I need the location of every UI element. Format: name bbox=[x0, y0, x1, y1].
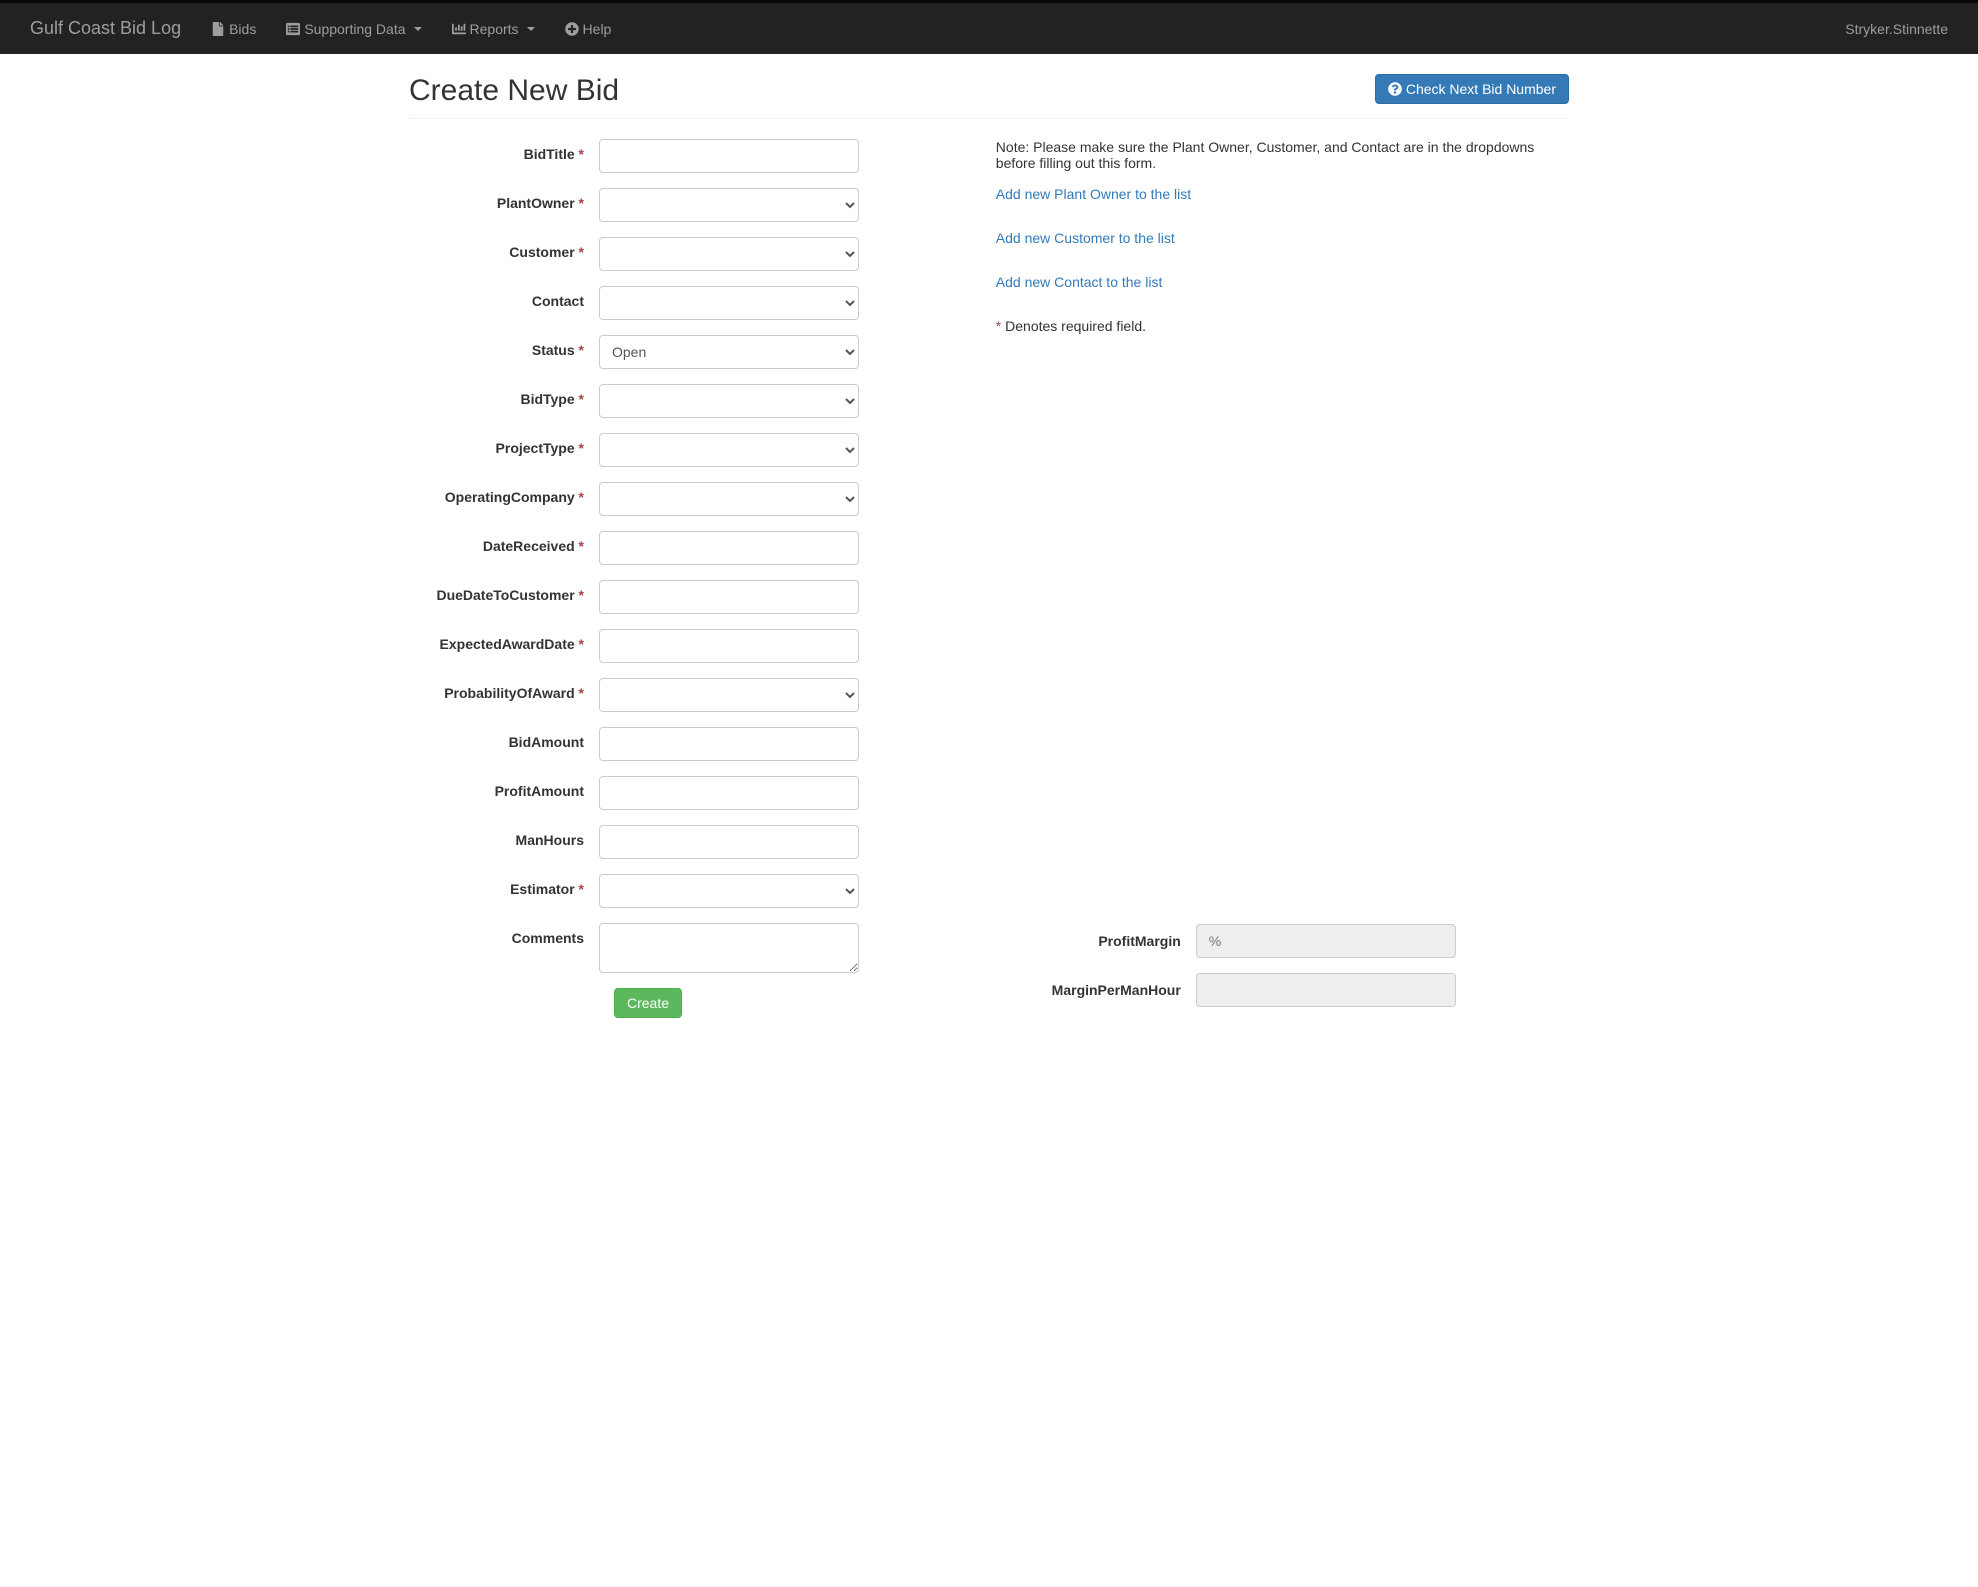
comments-textarea[interactable] bbox=[599, 923, 859, 973]
marginpermanhour-label: MarginPerManHour bbox=[996, 982, 1196, 998]
nav-supporting-data[interactable]: Supporting Data bbox=[271, 6, 436, 52]
bidtype-label: BidType * bbox=[409, 384, 599, 407]
create-button[interactable]: Create bbox=[614, 988, 682, 1018]
status-label: Status * bbox=[409, 335, 599, 358]
customer-label: Customer * bbox=[409, 237, 599, 260]
nav-help-label: Help bbox=[583, 21, 612, 37]
profitamount-input[interactable] bbox=[599, 776, 859, 810]
nav-user[interactable]: Stryker.Stinnette bbox=[1830, 6, 1963, 52]
chevron-down-icon bbox=[527, 27, 535, 31]
bidamount-label: BidAmount bbox=[409, 727, 599, 750]
nav-bids[interactable]: Bids bbox=[196, 6, 271, 52]
bidtype-select[interactable] bbox=[599, 384, 859, 418]
dropdown-note: Note: Please make sure the Plant Owner, … bbox=[996, 139, 1569, 171]
expectedawarddate-label: ExpectedAwardDate * bbox=[409, 629, 599, 652]
file-icon bbox=[211, 22, 225, 36]
nav-supporting-data-label: Supporting Data bbox=[304, 21, 405, 37]
datereceived-input[interactable] bbox=[599, 531, 859, 565]
expectedawarddate-input[interactable] bbox=[599, 629, 859, 663]
manhours-input[interactable] bbox=[599, 825, 859, 859]
bidamount-input[interactable] bbox=[599, 727, 859, 761]
estimator-label: Estimator * bbox=[409, 874, 599, 897]
duedatetocustomer-label: DueDateToCustomer * bbox=[409, 580, 599, 603]
add-contact-link[interactable]: Add new Contact to the list bbox=[996, 274, 1569, 290]
nav-list: Bids Supporting Data Reports bbox=[196, 6, 1830, 52]
bar-chart-icon bbox=[452, 22, 466, 36]
operatingcompany-select[interactable] bbox=[599, 482, 859, 516]
page-header: Create New Bid Check Next Bid Number bbox=[409, 74, 1569, 119]
datereceived-label: DateReceived * bbox=[409, 531, 599, 554]
required-note: * Denotes required field. bbox=[996, 318, 1569, 334]
navbar: Gulf Coast Bid Log Bids Supporting Data bbox=[0, 0, 1978, 54]
profitmargin-input bbox=[1196, 924, 1456, 958]
projecttype-label: ProjectType * bbox=[409, 433, 599, 456]
right-column: Note: Please make sure the Plant Owner, … bbox=[996, 139, 1569, 1022]
comments-label: Comments bbox=[409, 923, 599, 946]
plantowner-label: PlantOwner * bbox=[409, 188, 599, 211]
operatingcompany-label: OperatingCompany * bbox=[409, 482, 599, 505]
probabilityofaward-select[interactable] bbox=[599, 678, 859, 712]
check-next-bid-number-label: Check Next Bid Number bbox=[1406, 81, 1556, 97]
add-customer-link[interactable]: Add new Customer to the list bbox=[996, 230, 1569, 246]
profitmargin-label: ProfitMargin bbox=[996, 933, 1196, 949]
nav-reports-label: Reports bbox=[470, 21, 519, 37]
add-plant-owner-link[interactable]: Add new Plant Owner to the list bbox=[996, 186, 1569, 202]
form-area: BidTitle * PlantOwner * Customer * Conta… bbox=[409, 139, 1569, 1022]
main-container: Create New Bid Check Next Bid Number Bid… bbox=[394, 74, 1584, 1022]
manhours-label: ManHours bbox=[409, 825, 599, 848]
page-title: Create New Bid bbox=[409, 74, 1375, 108]
estimator-select[interactable] bbox=[599, 874, 859, 908]
plus-circle-icon bbox=[565, 22, 579, 36]
question-circle-icon bbox=[1388, 82, 1402, 96]
nav-reports[interactable]: Reports bbox=[437, 6, 550, 52]
chevron-down-icon bbox=[414, 27, 422, 31]
nav-right: Stryker.Stinnette bbox=[1830, 6, 1963, 52]
probabilityofaward-label: ProbabilityOfAward * bbox=[409, 678, 599, 701]
customer-select[interactable] bbox=[599, 237, 859, 271]
list-alt-icon bbox=[286, 22, 300, 36]
contact-select[interactable] bbox=[599, 286, 859, 320]
contact-label: Contact bbox=[409, 286, 599, 309]
status-select[interactable]: Open bbox=[599, 335, 859, 369]
nav-help[interactable]: Help bbox=[550, 6, 627, 52]
check-next-bid-number-button[interactable]: Check Next Bid Number bbox=[1375, 74, 1569, 104]
marginpermanhour-input bbox=[1196, 973, 1456, 1007]
left-column: BidTitle * PlantOwner * Customer * Conta… bbox=[409, 139, 966, 1022]
projecttype-select[interactable] bbox=[599, 433, 859, 467]
duedatetocustomer-input[interactable] bbox=[599, 580, 859, 614]
plantowner-select[interactable] bbox=[599, 188, 859, 222]
bidtitle-input[interactable] bbox=[599, 139, 859, 173]
profitamount-label: ProfitAmount bbox=[409, 776, 599, 799]
right-form-block: ProfitMargin MarginPerManHour bbox=[996, 924, 1569, 1007]
bidtitle-label: BidTitle * bbox=[409, 139, 599, 162]
nav-bids-label: Bids bbox=[229, 21, 256, 37]
brand-link[interactable]: Gulf Coast Bid Log bbox=[15, 3, 196, 54]
